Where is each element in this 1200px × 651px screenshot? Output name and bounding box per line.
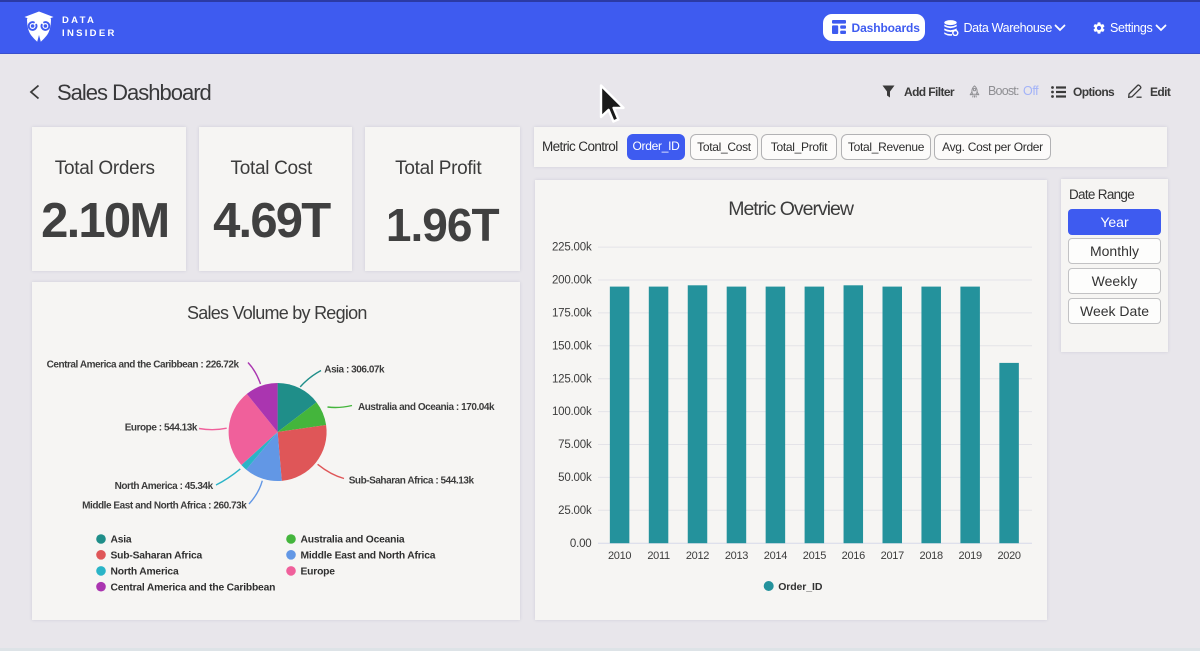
svg-text:2011: 2011: [647, 550, 670, 562]
svg-text:2016: 2016: [842, 550, 865, 562]
svg-text:2013: 2013: [725, 550, 748, 562]
svg-text:175.00k: 175.00k: [552, 308, 592, 320]
svg-text:2018: 2018: [920, 550, 943, 562]
svg-text:North America : 45.34k: North America : 45.34k: [115, 481, 214, 492]
svg-text:100.00k: 100.00k: [552, 406, 592, 418]
svg-text:75.00k: 75.00k: [558, 439, 592, 451]
svg-text:125.00k: 125.00k: [552, 373, 592, 385]
svg-text:Sales Volume by Region: Sales Volume by Region: [187, 303, 367, 323]
svg-text:Sub-Saharan Africa: Sub-Saharan Africa: [111, 551, 203, 562]
svg-text:Asia: Asia: [111, 535, 132, 546]
svg-text:2019: 2019: [959, 550, 982, 562]
svg-text:2012: 2012: [686, 550, 709, 562]
svg-text:Sub-Saharan Africa : 544.13k: Sub-Saharan Africa : 544.13k: [349, 476, 475, 487]
svg-text:Middle East and North Africa :: Middle East and North Africa : 260.73k: [82, 501, 247, 512]
svg-text:25.00k: 25.00k: [558, 505, 592, 517]
svg-text:Asia : 306.07k: Asia : 306.07k: [324, 365, 385, 376]
svg-text:0.00: 0.00: [570, 538, 592, 550]
svg-text:2010: 2010: [608, 550, 631, 562]
svg-text:Europe : 544.13k: Europe : 544.13k: [125, 423, 198, 434]
svg-text:2020: 2020: [997, 550, 1020, 562]
svg-text:2015: 2015: [803, 550, 826, 562]
svg-text:200.00k: 200.00k: [552, 275, 592, 287]
svg-text:150.00k: 150.00k: [552, 340, 592, 352]
svg-text:2014: 2014: [764, 550, 787, 562]
svg-text:Order_ID: Order_ID: [778, 581, 823, 593]
svg-text:Middle East and North Africa: Middle East and North Africa: [301, 551, 436, 562]
svg-text:Australia and Oceania: Australia and Oceania: [301, 535, 405, 546]
svg-text:Europe: Europe: [301, 567, 336, 578]
svg-text:North America: North America: [111, 567, 179, 578]
svg-text:2017: 2017: [881, 550, 904, 562]
svg-text:Central America and the Caribb: Central America and the Caribbean: [111, 582, 276, 593]
svg-text:225.00k: 225.00k: [552, 242, 592, 254]
svg-text:50.00k: 50.00k: [558, 472, 592, 484]
svg-text:Metric Overview: Metric Overview: [728, 198, 855, 220]
svg-text:Australia and Oceania : 170.04: Australia and Oceania : 170.04k: [358, 402, 495, 413]
svg-text:Central America and the Caribb: Central America and the Caribbean : 226.…: [47, 359, 240, 370]
